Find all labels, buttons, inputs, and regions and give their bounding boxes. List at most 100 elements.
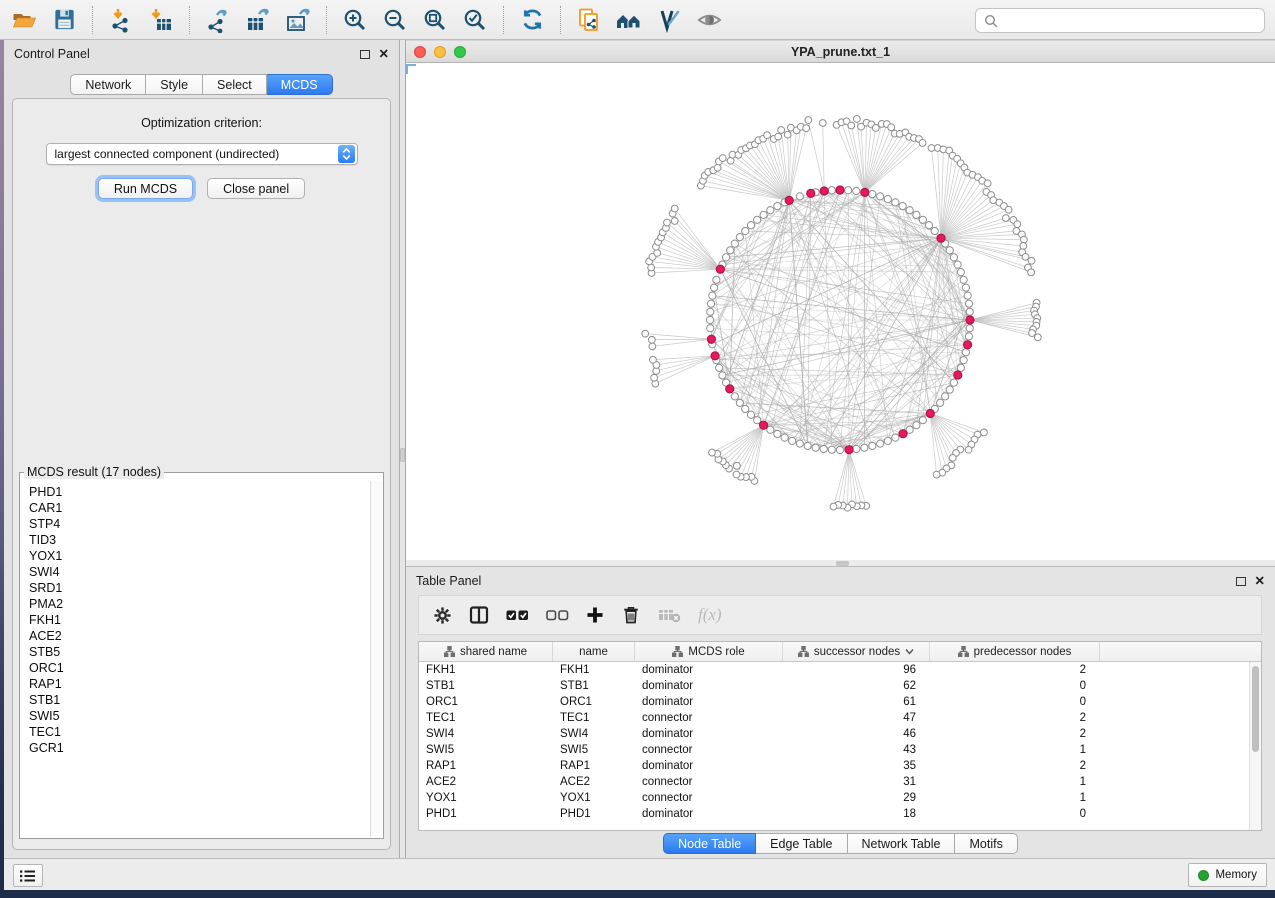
network-leaf-node[interactable] <box>803 125 810 132</box>
network-node[interactable] <box>722 254 729 261</box>
table-cell[interactable]: 31 <box>783 776 930 788</box>
window-minimize-icon[interactable] <box>434 46 446 58</box>
table-cell[interactable]: 1 <box>930 792 1100 804</box>
network-leaf-node[interactable] <box>733 462 740 469</box>
network-leaf-node[interactable] <box>1002 215 1009 222</box>
network-node[interactable] <box>760 211 767 218</box>
network-node[interactable] <box>892 199 899 206</box>
network-leaf-node[interactable] <box>1022 253 1029 260</box>
network-node[interactable] <box>781 434 788 441</box>
network-node[interactable] <box>727 247 734 254</box>
network-node[interactable] <box>709 292 716 299</box>
network-node[interactable] <box>796 440 803 447</box>
table-row[interactable]: ACE2ACE2connector311 <box>419 774 1249 790</box>
mcds-hub-node[interactable] <box>954 371 962 379</box>
mcds-hub-node[interactable] <box>807 189 815 197</box>
table-cell[interactable]: 29 <box>783 792 930 804</box>
network-leaf-node[interactable] <box>671 205 678 212</box>
table-cell[interactable]: TEC1 <box>419 712 553 724</box>
network-node[interactable] <box>965 300 972 307</box>
mcds-hub-node[interactable] <box>845 446 853 454</box>
network-node[interactable] <box>919 216 926 223</box>
tab-network[interactable]: Network <box>70 74 146 95</box>
table-cell[interactable]: 2 <box>930 712 1100 724</box>
open-folder-button[interactable] <box>4 3 44 37</box>
network-node[interactable] <box>965 333 972 340</box>
network-node[interactable] <box>964 292 971 299</box>
scrollbar-thumb[interactable] <box>1252 666 1259 752</box>
network-node[interactable] <box>913 422 920 429</box>
network-node[interactable] <box>820 445 827 452</box>
column-header-mcds-role[interactable]: MCDS role <box>635 642 783 661</box>
mcds-node-item[interactable]: FKH1 <box>29 612 369 628</box>
mcds-hub-node[interactable] <box>964 341 972 349</box>
network-graph[interactable] <box>406 64 1275 560</box>
table-row[interactable]: TEC1TEC1connector472 <box>419 710 1249 726</box>
table-cell[interactable]: connector <box>635 744 783 756</box>
table-cell[interactable]: dominator <box>635 728 783 740</box>
mcds-hub-node[interactable] <box>899 430 907 438</box>
select-all-button[interactable] <box>506 608 529 622</box>
table-cell[interactable]: SWI5 <box>553 744 635 756</box>
table-row[interactable]: PHD1PHD1dominator180 <box>419 806 1249 822</box>
mcds-hub-node[interactable] <box>707 335 715 343</box>
network-node[interactable] <box>716 364 723 371</box>
clone-network-button[interactable] <box>569 3 609 37</box>
table-row[interactable]: STB1STB1dominator620 <box>419 678 1249 694</box>
network-node[interactable] <box>767 207 774 214</box>
search-input[interactable] <box>1004 14 1256 28</box>
network-leaf-node[interactable] <box>1014 221 1021 228</box>
network-leaf-node[interactable] <box>981 429 988 436</box>
network-leaf-node[interactable] <box>654 249 661 256</box>
network-node[interactable] <box>845 187 852 194</box>
network-node[interactable] <box>754 417 761 424</box>
float-panel-icon[interactable] <box>360 50 370 59</box>
network-node[interactable] <box>713 276 720 283</box>
network-leaf-node[interactable] <box>805 117 812 124</box>
network-node[interactable] <box>861 444 868 451</box>
network-leaf-node[interactable] <box>733 471 740 478</box>
network-node[interactable] <box>946 386 953 393</box>
network-node[interactable] <box>906 207 913 214</box>
mcds-node-item[interactable]: TEC1 <box>29 724 369 740</box>
network-leaf-node[interactable] <box>965 446 972 453</box>
table-cell[interactable]: 0 <box>930 680 1100 692</box>
mcds-hub-node[interactable] <box>836 186 844 194</box>
table-row[interactable]: SWI5SWI5connector431 <box>419 742 1249 758</box>
tab-select[interactable]: Select <box>203 74 267 95</box>
network-node[interactable] <box>925 222 932 229</box>
network-node[interactable] <box>707 300 714 307</box>
horizontal-splitter[interactable] <box>406 560 1275 567</box>
export-network-button[interactable] <box>198 3 238 37</box>
mcds-node-item[interactable]: RAP1 <box>29 676 369 692</box>
network-node[interactable] <box>804 442 811 449</box>
mcds-node-item[interactable]: PMA2 <box>29 596 369 612</box>
network-node[interactable] <box>877 193 884 200</box>
network-node[interactable] <box>789 437 796 444</box>
function-builder-button[interactable]: f(x) <box>698 605 722 625</box>
network-leaf-node[interactable] <box>1028 269 1035 276</box>
close-panel-icon[interactable]: ✕ <box>379 48 389 61</box>
table-row[interactable]: ORC1ORC1dominator610 <box>419 694 1249 710</box>
export-table-button[interactable] <box>238 3 278 37</box>
table-cell[interactable]: ORC1 <box>553 696 635 708</box>
table-cell[interactable]: RAP1 <box>419 760 553 772</box>
graphics-details-button[interactable] <box>649 3 689 37</box>
network-leaf-node[interactable] <box>853 116 860 123</box>
tab-mcds[interactable]: MCDS <box>267 74 333 95</box>
run-mcds-button[interactable]: Run MCDS <box>98 178 193 199</box>
network-node[interactable] <box>962 349 969 356</box>
network-leaf-node[interactable] <box>714 164 721 171</box>
panel-menu-button[interactable] <box>13 864 43 887</box>
network-node[interactable] <box>853 187 860 194</box>
network-node[interactable] <box>942 393 949 400</box>
table-cell[interactable]: FKH1 <box>553 664 635 676</box>
table-cell[interactable]: 1 <box>930 776 1100 788</box>
mcds-node-item[interactable]: STB1 <box>29 692 369 708</box>
network-node[interactable] <box>869 442 876 449</box>
deselect-all-button[interactable] <box>546 608 569 622</box>
mcds-node-item[interactable]: SWI4 <box>29 564 369 580</box>
network-leaf-node[interactable] <box>709 449 716 456</box>
mcds-node-item[interactable]: YOX1 <box>29 548 369 564</box>
mcds-hub-node[interactable] <box>820 187 828 195</box>
